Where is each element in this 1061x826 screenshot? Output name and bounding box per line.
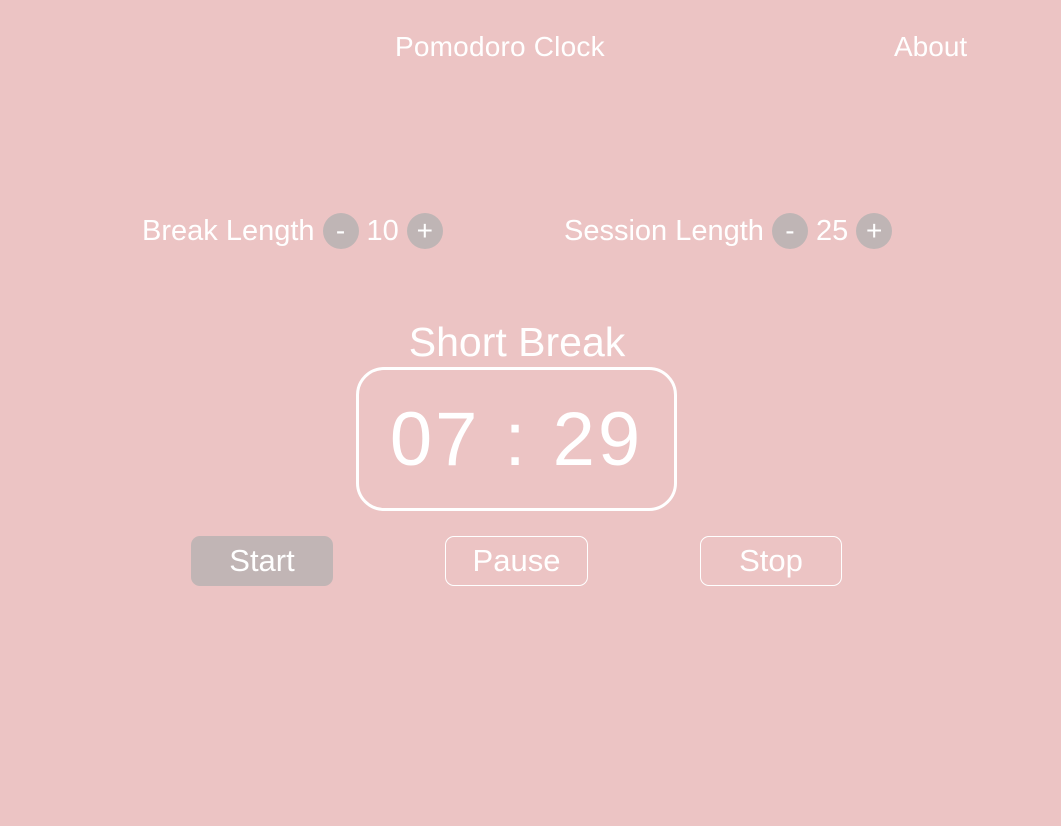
session-increment-button[interactable]: + <box>856 213 893 249</box>
timer-mode-label: Short Break <box>408 319 626 365</box>
session-length-setting: Session Length - 25 + <box>564 212 893 250</box>
break-increment-button[interactable]: + <box>406 213 443 249</box>
start-button[interactable]: Start <box>191 536 333 586</box>
stop-button[interactable]: Stop <box>700 536 842 586</box>
session-length-value: 25 <box>815 214 849 247</box>
session-decrement-button[interactable]: - <box>771 213 808 249</box>
about-link[interactable]: About <box>894 28 967 66</box>
timer-minutes: 07 <box>389 396 481 482</box>
break-length-label: Break Length <box>142 214 315 247</box>
timer-seconds: 29 <box>552 396 644 482</box>
timer-separator: : <box>504 396 529 482</box>
pause-button[interactable]: Pause <box>445 536 588 586</box>
app-title: Pomodoro Clock <box>395 31 605 62</box>
session-length-label: Session Length <box>564 214 764 247</box>
break-length-value: 10 <box>366 214 399 247</box>
break-length-setting: Break Length - 10 + <box>142 212 443 250</box>
timer-display: 07 : 29 <box>356 367 677 511</box>
break-decrement-button[interactable]: - <box>322 213 359 249</box>
